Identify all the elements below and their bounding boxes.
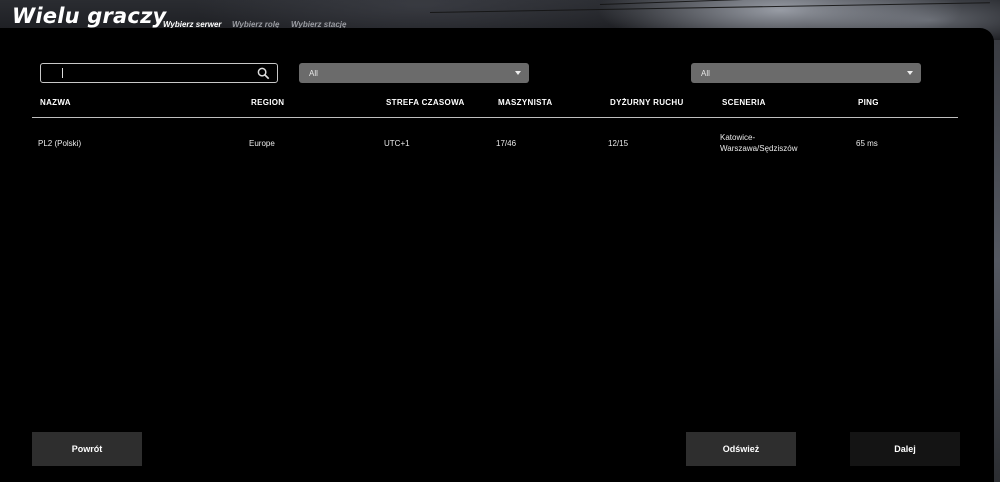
column-header-scenery[interactable]: SCENERIA (722, 98, 766, 107)
search-input[interactable] (40, 63, 278, 83)
cell-driver: 17/46 (496, 139, 517, 148)
region-select-value: All (309, 69, 318, 78)
cell-ping: 65 ms (856, 139, 878, 148)
back-button[interactable]: Powrót (32, 432, 142, 466)
text-caret (62, 68, 63, 78)
server-list-panel (0, 28, 994, 482)
column-header-region[interactable]: REGION (251, 98, 284, 107)
column-header-ping[interactable]: PING (858, 98, 879, 107)
page-title: Wielu graczy (12, 4, 167, 28)
cell-scenery-line1: Katowice- (720, 133, 756, 142)
panel-edge (994, 40, 1000, 482)
search-icon[interactable] (257, 67, 270, 80)
cell-dispatcher: 12/15 (608, 139, 629, 148)
column-header-timezone[interactable]: STREFA CZASOWA (386, 98, 465, 107)
column-header-name[interactable]: NAZWA (40, 98, 71, 107)
chevron-down-icon (907, 71, 913, 75)
column-header-driver[interactable]: MASZYNISTA (498, 98, 552, 107)
scenery-select-value: All (701, 69, 710, 78)
next-button[interactable]: Dalej (850, 432, 960, 466)
cell-scenery-line2: Warszawa/Sędziszów (720, 144, 798, 153)
cell-timezone: UTC+1 (384, 139, 410, 148)
cell-server-name: PL2 (Polski) (38, 139, 82, 148)
refresh-button[interactable]: Odśwież (686, 432, 796, 466)
region-select[interactable]: All (299, 63, 529, 83)
scenery-select[interactable]: All (691, 63, 921, 83)
column-header-dispatcher[interactable]: DYŻURNY RUCHU (610, 98, 684, 107)
cell-region: Europe (249, 139, 275, 148)
header-divider (32, 117, 958, 118)
chevron-down-icon (515, 71, 521, 75)
